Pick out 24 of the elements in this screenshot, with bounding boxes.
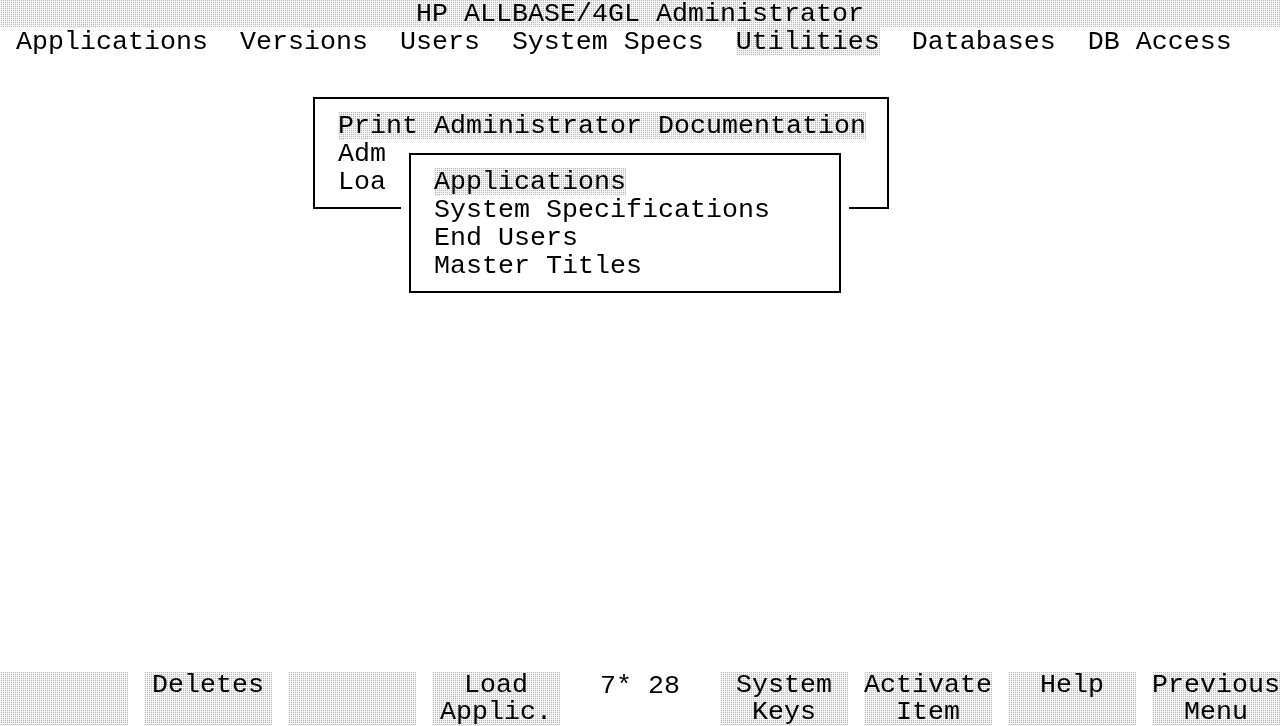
menu-option[interactable]: System Specifications xyxy=(434,196,770,224)
menu-option[interactable]: Master Titles xyxy=(434,252,642,280)
menu-option[interactable]: Loa xyxy=(338,168,386,196)
menu-item[interactable]: System Specs xyxy=(511,28,704,56)
function-key[interactable]: Previous Menu xyxy=(1152,672,1280,726)
menu-option[interactable]: Print Administrator Documentation xyxy=(338,112,866,140)
menu-option[interactable]: Applications xyxy=(434,168,626,196)
menu-option[interactable]: Adm xyxy=(338,140,386,168)
function-key[interactable]: System Keys xyxy=(720,672,848,726)
menu-option[interactable]: End Users xyxy=(434,224,578,252)
menu-item[interactable]: Applications xyxy=(16,28,208,56)
function-key[interactable]: Deletes xyxy=(144,672,272,726)
window-title: HP ALLBASE/4GL Administrator xyxy=(416,0,864,28)
function-key[interactable] xyxy=(0,672,128,726)
function-key[interactable] xyxy=(288,672,416,726)
function-key[interactable]: Help xyxy=(1008,672,1136,726)
menu-item[interactable]: Users xyxy=(399,28,480,56)
menu-item[interactable]: Versions xyxy=(239,28,368,56)
function-key[interactable]: Activate Item xyxy=(864,672,992,726)
menu-item[interactable]: Utilities xyxy=(735,28,880,56)
menu-item[interactable]: Databases xyxy=(911,28,1056,56)
status-text: 7* 28 xyxy=(600,672,680,703)
menu-item[interactable]: DB Access xyxy=(1087,28,1232,56)
function-key[interactable]: Load Applic. xyxy=(432,672,560,726)
